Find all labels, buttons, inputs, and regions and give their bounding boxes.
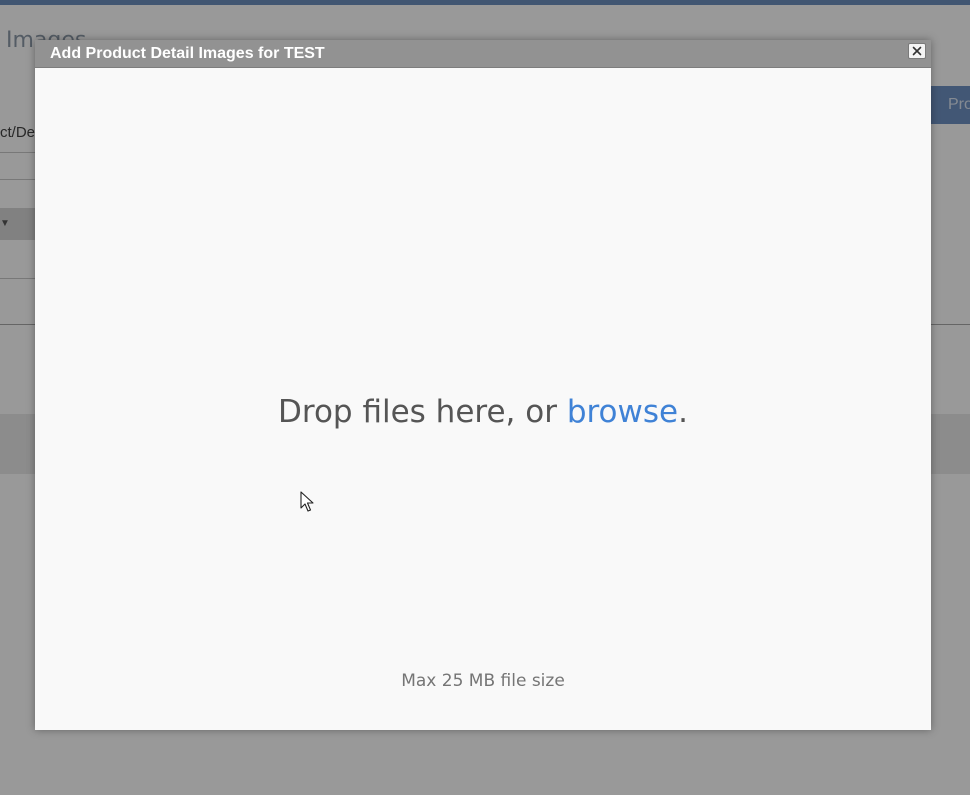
drop-zone-prompt[interactable]: Drop files here, or browse. xyxy=(35,394,931,430)
drop-prompt-suffix: . xyxy=(678,394,688,430)
close-button[interactable] xyxy=(908,43,926,59)
max-file-size-note: Max 25 MB file size xyxy=(401,671,565,691)
mouse-pointer-icon xyxy=(300,491,314,512)
dialog-title: Add Product Detail Images for TEST xyxy=(50,45,325,62)
browse-link[interactable]: browse xyxy=(567,394,678,430)
close-icon xyxy=(912,46,922,56)
upload-dialog: Add Product Detail Images for TEST Drop … xyxy=(35,40,931,730)
drop-prompt-text: Drop files here, or xyxy=(278,394,567,430)
dialog-header: Add Product Detail Images for TEST xyxy=(35,40,931,68)
